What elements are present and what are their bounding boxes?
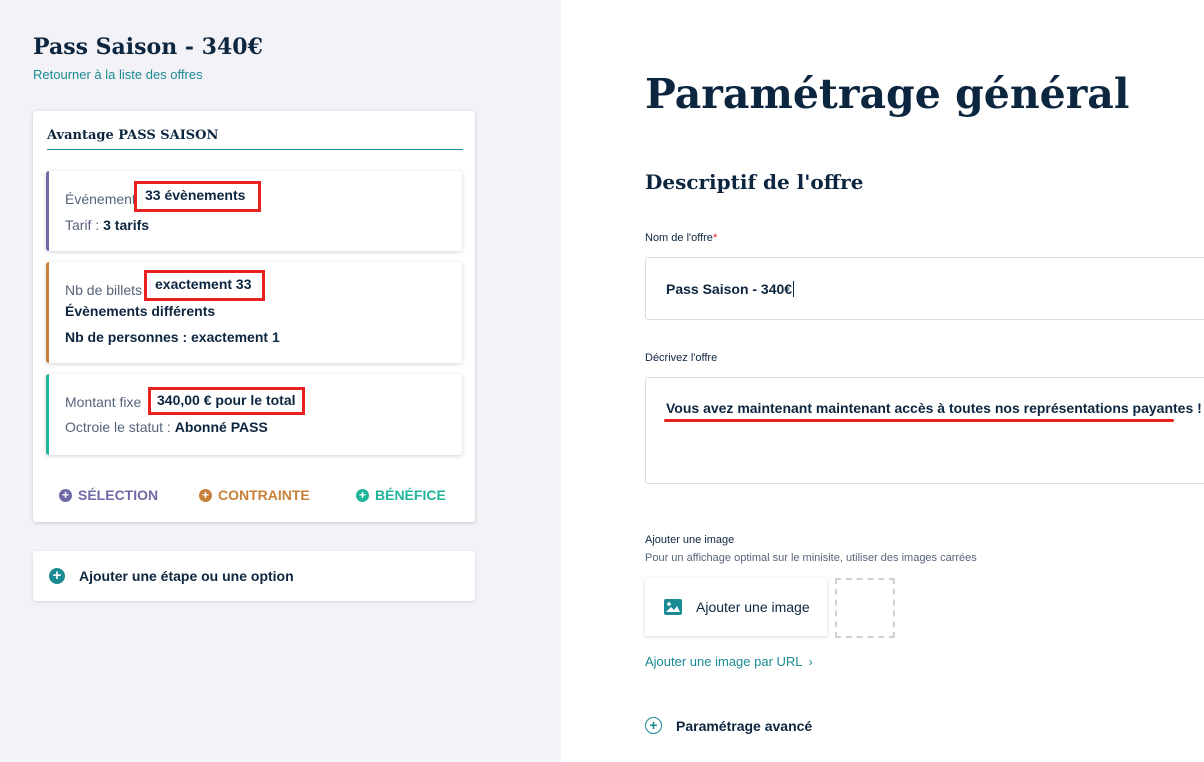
image-icon [664,599,682,615]
tickets-count-highlight: exactement 33 [144,270,265,301]
benefit-rule[interactable]: Montant fixe 340,00 € pour le total Octr… [46,374,462,455]
add-selection-label: SÉLECTION [78,487,159,503]
status-line: Octroie le statut : Abonné PASS [65,419,268,435]
section-title: Descriptif de l'offre [645,170,864,194]
advantage-card-title: Avantage PASS SAISON [47,128,463,150]
page-title: Paramétrage général [645,70,1130,118]
advantage-card: Avantage PASS SAISON Événement 33 évènem… [33,111,475,522]
plus-circle-icon: + [199,488,212,502]
fixed-amount-highlight: 340,00 € pour le total [148,387,305,415]
event-count-highlight: 33 évènements [134,181,261,212]
rule-actions: + SÉLECTION + CONTRAINTE + BÉNÉFICE [33,487,475,507]
tarif-line: Tarif : 3 tarifs [65,217,149,233]
tarif-value: 3 tarifs [103,217,150,233]
add-step-label: Ajouter une étape ou une option [79,568,294,584]
add-selection-button[interactable]: + SÉLECTION [59,487,158,503]
plus-circle-icon: + [356,488,369,502]
event-label: Événement [65,191,136,207]
advanced-settings-label: Paramétrage avancé [676,717,813,734]
status-label: Octroie le statut : [65,419,171,435]
offer-title: Pass Saison - 340€ [33,34,263,60]
selection-rule[interactable]: Événement 33 évènements Tarif : 3 tarifs [46,171,462,251]
text-caret [793,281,795,297]
status-value: Abonné PASS [174,419,268,435]
description-field[interactable]: Vous avez maintenant maintenant accès à … [645,377,1204,484]
plus-circle-icon: + [49,568,65,584]
image-hint: Pour un affichage optimal sur le minisit… [645,552,977,564]
add-constraint-button[interactable]: + CONTRAINTE [199,487,310,503]
distinct-events-text: Évènements différents [65,303,216,319]
offer-sidebar: Pass Saison - 340€ Retourner à la liste … [0,0,561,762]
image-label: Ajouter une image [645,534,735,546]
tarif-label: Tarif : [65,217,100,233]
chevron-right-icon: › [808,655,813,669]
offer-name-field[interactable]: Pass Saison - 340€ [645,257,1204,320]
add-image-label: Ajouter une image [696,599,810,615]
add-benefit-label: BÉNÉFICE [375,487,446,503]
add-constraint-label: CONTRAINTE [218,487,310,503]
add-image-button[interactable]: Ajouter une image [645,578,827,636]
description-value: Vous avez maintenant maintenant accès à … [666,400,1202,416]
fixed-amount-label: Montant fixe [65,394,142,410]
offer-name-text: Pass Saison - 340€ [666,281,793,297]
back-to-offers-link[interactable]: Retourner à la liste des offres [33,67,203,82]
add-benefit-button[interactable]: + BÉNÉFICE [356,487,446,503]
plus-circle-outline-icon: + [645,717,662,734]
image-placeholder[interactable] [835,578,895,638]
required-mark: * [712,232,718,244]
offer-name-value: Pass Saison - 340€ [666,281,795,297]
offer-name-label: Nom de l'offre* [645,232,717,244]
description-label: Décrivez l'offre [645,352,718,364]
plus-circle-icon: + [59,488,72,502]
advanced-settings-toggle[interactable]: + Paramétrage avancé [645,717,812,734]
persons-text: Nb de personnes : exactement 1 [65,329,280,345]
highlight-underline [664,419,1174,422]
add-image-url-link[interactable]: Ajouter une image par URL › [645,654,813,669]
offer-name-label-text: Nom de l'offre [645,232,713,244]
tickets-label: Nb de billets [65,282,143,298]
add-image-url-label: Ajouter une image par URL [645,654,803,669]
add-step-button[interactable]: + Ajouter une étape ou une option [33,551,475,601]
constraint-rule[interactable]: Nb de billets exactement 33 Évènements d… [46,262,462,363]
